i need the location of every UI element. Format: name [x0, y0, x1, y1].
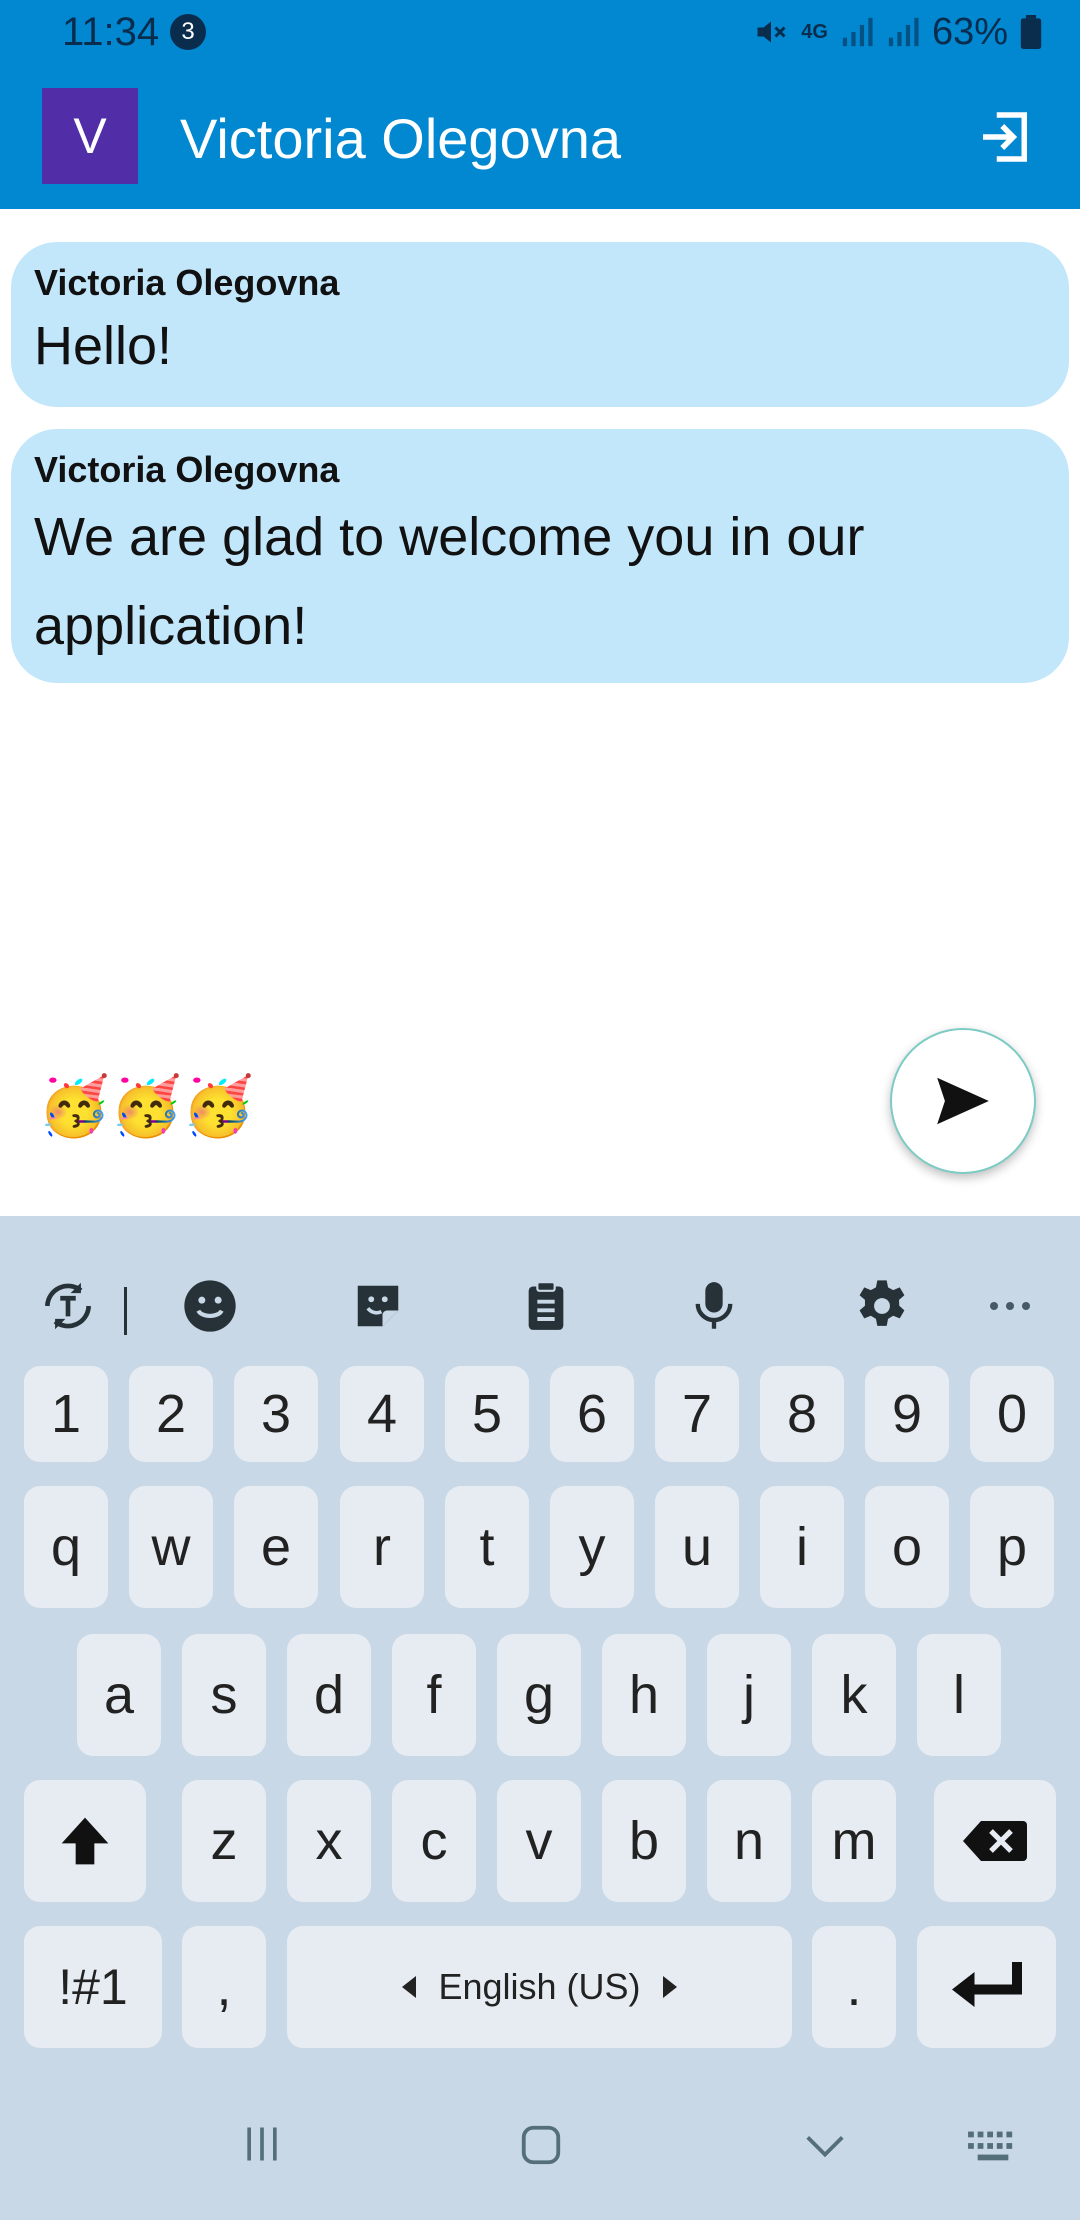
text-style-icon	[45, 1282, 91, 1330]
key-4[interactable]: 4	[340, 1366, 424, 1462]
key-5[interactable]: 5	[445, 1366, 529, 1462]
clipboard-icon	[528, 1281, 564, 1330]
message-bubble: Victoria Olegovna Hello!	[11, 242, 1069, 407]
status-time: 11:34	[62, 10, 160, 54]
key-7[interactable]: 7	[655, 1366, 739, 1462]
key-k[interactable]: k	[812, 1634, 896, 1756]
back-button[interactable]	[802, 2122, 848, 2173]
message-text: Hello!	[34, 316, 173, 376]
emoji-icon	[184, 1280, 236, 1332]
logout-icon	[983, 112, 1027, 162]
key-2[interactable]: 2	[129, 1366, 213, 1462]
sticker-icon	[357, 1285, 399, 1327]
logout-button[interactable]	[972, 104, 1038, 170]
key-a[interactable]: a	[77, 1634, 161, 1756]
chat-title: Victoria Olegovna	[180, 107, 621, 170]
key-8[interactable]: 8	[760, 1366, 844, 1462]
shift-icon	[61, 1817, 109, 1865]
network-type-label: 4G	[801, 21, 828, 43]
key-s[interactable]: s	[182, 1634, 266, 1756]
message-author: Victoria Olegovna	[34, 449, 340, 490]
soft-keyboard: 1 2 3 4 5 6 7 8 9 0 q w e r t y u i o p …	[0, 1216, 1080, 2220]
symbols-key[interactable]: !#1	[24, 1926, 162, 2048]
status-icons: 4G 63%	[753, 8, 1042, 56]
sticker-button[interactable]	[346, 1266, 410, 1346]
battery-percentage: 63%	[931, 11, 1008, 53]
key-d[interactable]: d	[287, 1634, 371, 1756]
enter-key[interactable]	[917, 1926, 1056, 2048]
key-b[interactable]: b	[602, 1780, 686, 1902]
key-m[interactable]: m	[812, 1780, 896, 1902]
signal-icon	[842, 17, 873, 47]
space-key[interactable]: English (US)	[287, 1926, 792, 2048]
keyboard-icon	[968, 2131, 1013, 2161]
keyboard-switch-button[interactable]	[966, 2122, 1020, 2173]
emoji-button[interactable]	[178, 1266, 242, 1346]
backspace-key[interactable]	[934, 1780, 1056, 1902]
key-i[interactable]: i	[760, 1486, 844, 1608]
key-n[interactable]: n	[707, 1780, 791, 1902]
key-f[interactable]: f	[392, 1634, 476, 1756]
microphone-icon	[695, 1282, 733, 1329]
signal-icon-2	[888, 17, 919, 47]
key-q[interactable]: q	[24, 1486, 108, 1608]
key-z[interactable]: z	[182, 1780, 266, 1902]
period-key[interactable]: .	[812, 1926, 896, 2048]
key-x[interactable]: x	[287, 1780, 371, 1902]
send-icon	[937, 1077, 989, 1125]
notification-count-badge: 3	[170, 14, 206, 50]
key-h[interactable]: h	[602, 1634, 686, 1756]
recents-button[interactable]	[240, 2122, 284, 2171]
key-e[interactable]: e	[234, 1486, 318, 1608]
key-1[interactable]: 1	[24, 1366, 108, 1462]
key-o[interactable]: o	[865, 1486, 949, 1608]
message-input[interactable]	[36, 1060, 860, 1152]
key-3[interactable]: 3	[234, 1366, 318, 1462]
key-p[interactable]: p	[970, 1486, 1054, 1608]
app-header: 11:34 3 4G 63% V Victoria Olegovna	[0, 0, 1080, 209]
send-button[interactable]	[890, 1028, 1036, 1174]
home-icon	[521, 2125, 561, 2165]
more-options-button[interactable]	[978, 1266, 1042, 1346]
mute-icon	[757, 21, 786, 43]
key-u[interactable]: u	[655, 1486, 739, 1608]
key-l[interactable]: l	[917, 1634, 1001, 1756]
key-j[interactable]: j	[707, 1634, 791, 1756]
keyboard-settings-button[interactable]	[850, 1266, 914, 1346]
key-6[interactable]: 6	[550, 1366, 634, 1462]
arrow-left-icon	[402, 1976, 417, 1998]
clipboard-button[interactable]	[514, 1266, 578, 1346]
home-button[interactable]	[518, 2122, 564, 2173]
settings-icon	[859, 1280, 905, 1326]
avatar[interactable]: V	[42, 88, 138, 184]
key-9[interactable]: 9	[865, 1366, 949, 1462]
more-icon	[990, 1302, 1030, 1310]
enter-icon	[951, 1962, 1022, 2007]
key-v[interactable]: v	[497, 1780, 581, 1902]
message-text: We are glad to welcome you in our applic…	[34, 507, 865, 656]
key-y[interactable]: y	[550, 1486, 634, 1608]
key-0[interactable]: 0	[970, 1366, 1054, 1462]
key-g[interactable]: g	[497, 1634, 581, 1756]
key-w[interactable]: w	[129, 1486, 213, 1608]
comma-key[interactable]: ,	[182, 1926, 266, 2048]
back-icon	[806, 2135, 844, 2158]
shift-key[interactable]	[24, 1780, 146, 1902]
battery-icon	[1020, 15, 1042, 49]
text-style-button[interactable]	[36, 1266, 100, 1346]
key-t[interactable]: t	[445, 1486, 529, 1608]
message-author: Victoria Olegovna	[34, 262, 340, 303]
recents-icon	[247, 2127, 277, 2161]
voice-input-button[interactable]	[682, 1266, 746, 1346]
backspace-icon	[963, 1821, 1027, 1861]
key-c[interactable]: c	[392, 1780, 476, 1902]
arrow-right-icon	[662, 1976, 677, 1998]
toolbar-divider	[124, 1287, 127, 1335]
key-r[interactable]: r	[340, 1486, 424, 1608]
message-bubble: Victoria Olegovna We are glad to welcome…	[11, 429, 1069, 683]
space-key-language-label: English (US)	[438, 1966, 641, 2007]
